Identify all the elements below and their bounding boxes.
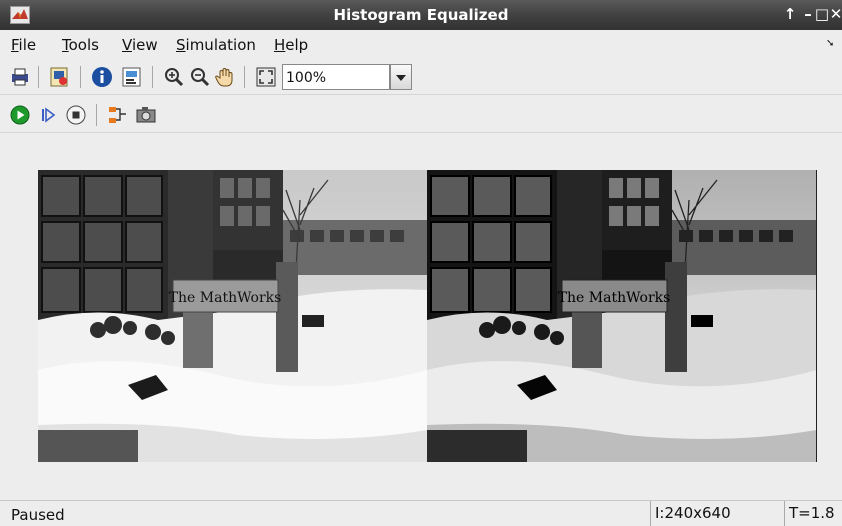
toolbar-separator <box>38 66 39 88</box>
properties-icon[interactable] <box>120 65 144 89</box>
simulation-status: Paused <box>11 506 65 524</box>
run-icon[interactable] <box>8 103 32 127</box>
original-frame: The MathWorks <box>38 170 427 462</box>
menu-simulation[interactable]: Simulation <box>176 36 256 54</box>
zoom-in-icon[interactable] <box>162 65 186 89</box>
dock-arrow-icon[interactable]: ➘ <box>826 38 834 49</box>
step-forward-icon[interactable] <box>36 103 60 127</box>
zoom-dropdown-button[interactable] <box>390 64 412 90</box>
fit-to-view-icon[interactable] <box>254 65 278 89</box>
image-size-readout: I:240x640 <box>650 501 775 526</box>
menu-help[interactable]: Help <box>274 36 308 54</box>
toolbar-separator <box>244 66 245 88</box>
pin-icon[interactable]: ↑ <box>782 5 798 23</box>
sign-text: The MathWorks <box>558 290 671 306</box>
menu-bar: File Tools View Simulation Help ➘ <box>0 32 842 58</box>
simulation-toolbar <box>0 98 842 133</box>
video-display[interactable]: The MathWorks The MathWorks <box>38 170 817 462</box>
print-icon[interactable] <box>8 65 32 89</box>
close-button[interactable]: ✕ <box>828 5 842 23</box>
stop-icon[interactable] <box>64 103 88 127</box>
equalized-frame: The MathWorks <box>427 170 816 462</box>
zoom-out-icon[interactable] <box>188 65 212 89</box>
info-icon[interactable] <box>90 65 114 89</box>
toolbar-separator <box>96 104 97 126</box>
window-title: Histogram Equalized <box>333 6 509 24</box>
snapshot-icon[interactable] <box>134 103 158 127</box>
menu-view[interactable]: View <box>122 36 158 54</box>
zoom-level-input[interactable]: 100% <box>282 64 390 90</box>
toolbar-separator <box>80 66 81 88</box>
main-toolbar: 100% <box>0 60 842 95</box>
toolbar-separator <box>152 66 153 88</box>
menu-file[interactable]: File <box>11 36 36 54</box>
menu-tools[interactable]: Tools <box>62 36 99 54</box>
title-bar: Histogram Equalized ↑ – □ ✕ <box>0 0 842 30</box>
time-readout: T=1.8 <box>784 501 842 526</box>
highlight-icon[interactable] <box>106 103 130 127</box>
sign-text: The MathWorks <box>169 290 282 306</box>
export-icon[interactable] <box>48 65 72 89</box>
pan-hand-icon[interactable] <box>214 65 238 89</box>
status-bar: Paused I:240x640 T=1.8 <box>0 500 842 526</box>
